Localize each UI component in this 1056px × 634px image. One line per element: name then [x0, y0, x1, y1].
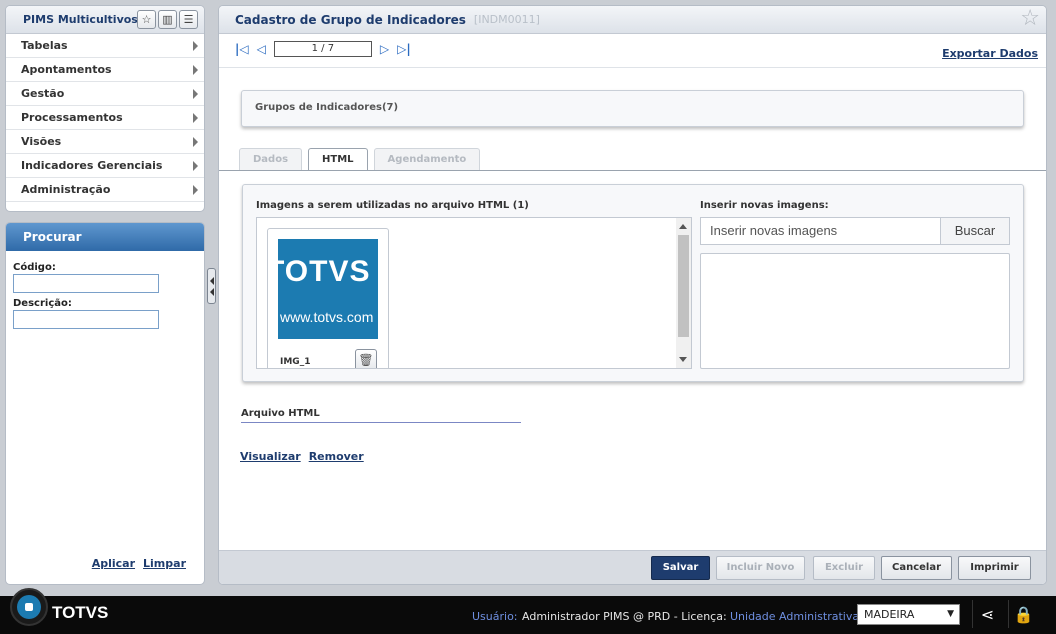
chevron-left-icon — [209, 287, 214, 296]
menu-item-label: Administração — [21, 183, 111, 196]
search-panel: Procurar Código: Descrição: Aplicar Limp… — [5, 222, 205, 585]
export-data-link[interactable]: Exportar Dados — [942, 47, 1038, 60]
image-thumbnail: TOTVS www.totvs.com — [278, 239, 378, 339]
menu-item-tabelas[interactable]: Tabelas — [6, 34, 204, 58]
action-bar: Salvar Incluir Novo Excluir Cancelar Imp… — [219, 550, 1046, 584]
unit-select[interactable]: MADEIRA ▼ — [857, 604, 960, 625]
first-record-icon[interactable]: |◁ — [235, 43, 249, 55]
group-summary-box: Grupos de Indicadores(7) — [241, 90, 1024, 127]
new-images-area[interactable] — [700, 253, 1010, 369]
descricao-input[interactable] — [13, 310, 159, 329]
totvs-logo-icon — [10, 588, 48, 626]
chevron-right-icon — [193, 185, 198, 195]
record-navigation: |◁ ◁ 1 / 7 ▷ ▷| — [235, 41, 411, 57]
image-card[interactable]: TOTVS www.totvs.com IMG_1 🗑 — [267, 228, 389, 368]
tab-divider — [219, 170, 1046, 171]
menu-item-label: Visões — [21, 135, 62, 148]
brand-name: TOTVS — [52, 603, 109, 622]
chevron-right-icon — [193, 41, 198, 51]
chevron-right-icon — [193, 65, 198, 75]
collapse-sidebar-handle[interactable] — [207, 268, 216, 304]
lock-icon[interactable]: 🔒 — [1008, 600, 1038, 628]
apply-link[interactable]: Aplicar — [92, 557, 135, 570]
group-title: Grupos de Indicadores(7) — [255, 102, 399, 113]
chevron-right-icon — [193, 137, 198, 147]
logo-text: TOTVS — [278, 255, 371, 288]
record-position-field[interactable]: 1 / 7 — [273, 41, 372, 57]
print-button[interactable]: Imprimir — [958, 556, 1031, 580]
scroll-up-icon[interactable] — [679, 224, 687, 229]
share-icon[interactable]: ⋖ — [972, 600, 1002, 628]
menu-item-apontamentos[interactable]: Apontamentos — [6, 58, 204, 82]
logo-url: www.totvs.com — [280, 309, 374, 325]
remove-link[interactable]: Remover — [309, 450, 364, 463]
descricao-label: Descrição: — [13, 298, 72, 309]
arquivo-html-label: Arquivo HTML — [241, 408, 521, 423]
previous-record-icon[interactable]: ◁ — [257, 43, 266, 55]
tab-dados[interactable]: Dados — [239, 148, 303, 170]
next-record-icon[interactable]: ▷ — [380, 43, 389, 55]
unit-label: Unidade Administrativa: — [730, 610, 863, 623]
menu-item-label: Tabelas — [21, 39, 68, 52]
search-title: Procurar — [23, 230, 82, 244]
image-name: IMG_1 — [280, 357, 311, 367]
main-header: Cadastro de Grupo de Indicadores [INDM00… — [219, 6, 1046, 34]
clear-link[interactable]: Limpar — [143, 557, 186, 570]
insert-images-input[interactable]: Inserir novas imagens — [700, 217, 940, 245]
codigo-label: Código: — [13, 262, 56, 273]
page-code: [INDM0011] — [473, 13, 540, 26]
menu-item-processamentos[interactable]: Processamentos — [6, 106, 204, 130]
menu-title: PIMS Multicultivos — [23, 13, 138, 26]
bar-chart-icon[interactable]: ▥ — [158, 10, 177, 29]
trash-icon[interactable]: 🗑 — [355, 349, 377, 368]
tab-agendamento[interactable]: Agendamento — [373, 148, 481, 170]
delete-button[interactable]: Excluir — [813, 556, 875, 580]
page-title: Cadastro de Grupo de Indicadores — [235, 12, 466, 27]
images-label: Imagens a serem utilizadas no arquivo HT… — [256, 200, 529, 211]
new-button[interactable]: Incluir Novo — [716, 556, 805, 580]
images-list: TOTVS www.totvs.com IMG_1 🗑 — [256, 217, 692, 369]
scroll-thumb[interactable] — [678, 235, 689, 337]
search-header: Procurar — [6, 223, 204, 251]
menu-item-gestao[interactable]: Gestão — [6, 82, 204, 106]
chevron-right-icon — [193, 161, 198, 171]
search-button[interactable]: Buscar — [940, 217, 1010, 245]
user-value: Administrador PIMS @ PRD - Licença: — [522, 610, 727, 623]
unit-value: MADEIRA — [864, 608, 915, 621]
menu-item-indicadores-gerenciais[interactable]: Indicadores Gerenciais — [6, 154, 204, 178]
tree-view-icon[interactable]: ☰ — [179, 10, 198, 29]
insert-images-label: Inserir novas imagens: — [700, 200, 829, 211]
main-menu-panel: PIMS Multicultivos ☆ ▥ ☰ Tabelas Apontam… — [5, 5, 205, 212]
menu-item-label: Apontamentos — [21, 63, 112, 76]
dropdown-arrow-icon: ▼ — [947, 609, 954, 619]
chevron-right-icon — [193, 89, 198, 99]
scroll-down-icon[interactable] — [679, 357, 687, 362]
save-button[interactable]: Salvar — [651, 556, 710, 580]
menu-item-label: Indicadores Gerenciais — [21, 159, 163, 172]
divider — [219, 67, 1046, 68]
menu-item-label: Processamentos — [21, 111, 123, 124]
tab-bar: Dados HTML Agendamento — [239, 148, 481, 171]
user-label: Usuário: — [472, 610, 518, 623]
codigo-input[interactable] — [13, 274, 159, 293]
main-panel: Cadastro de Grupo de Indicadores [INDM00… — [218, 5, 1047, 585]
view-link[interactable]: Visualizar — [240, 450, 301, 463]
menu-header: PIMS Multicultivos ☆ ▥ ☰ — [6, 6, 204, 34]
favorites-icon[interactable]: ☆ — [137, 10, 156, 29]
last-record-icon[interactable]: ▷| — [397, 43, 411, 55]
chevron-left-icon — [209, 276, 214, 285]
favorite-star-icon[interactable]: ☆ — [1020, 8, 1040, 30]
chevron-right-icon — [193, 113, 198, 123]
menu-item-label: Gestão — [21, 87, 65, 100]
html-images-box: Imagens a serem utilizadas no arquivo HT… — [242, 184, 1024, 382]
tab-html[interactable]: HTML — [308, 148, 368, 171]
menu-item-visoes[interactable]: Visões — [6, 130, 204, 154]
images-scrollbar[interactable] — [676, 218, 691, 368]
menu-item-administracao[interactable]: Administração — [6, 178, 204, 202]
cancel-button[interactable]: Cancelar — [881, 556, 952, 580]
